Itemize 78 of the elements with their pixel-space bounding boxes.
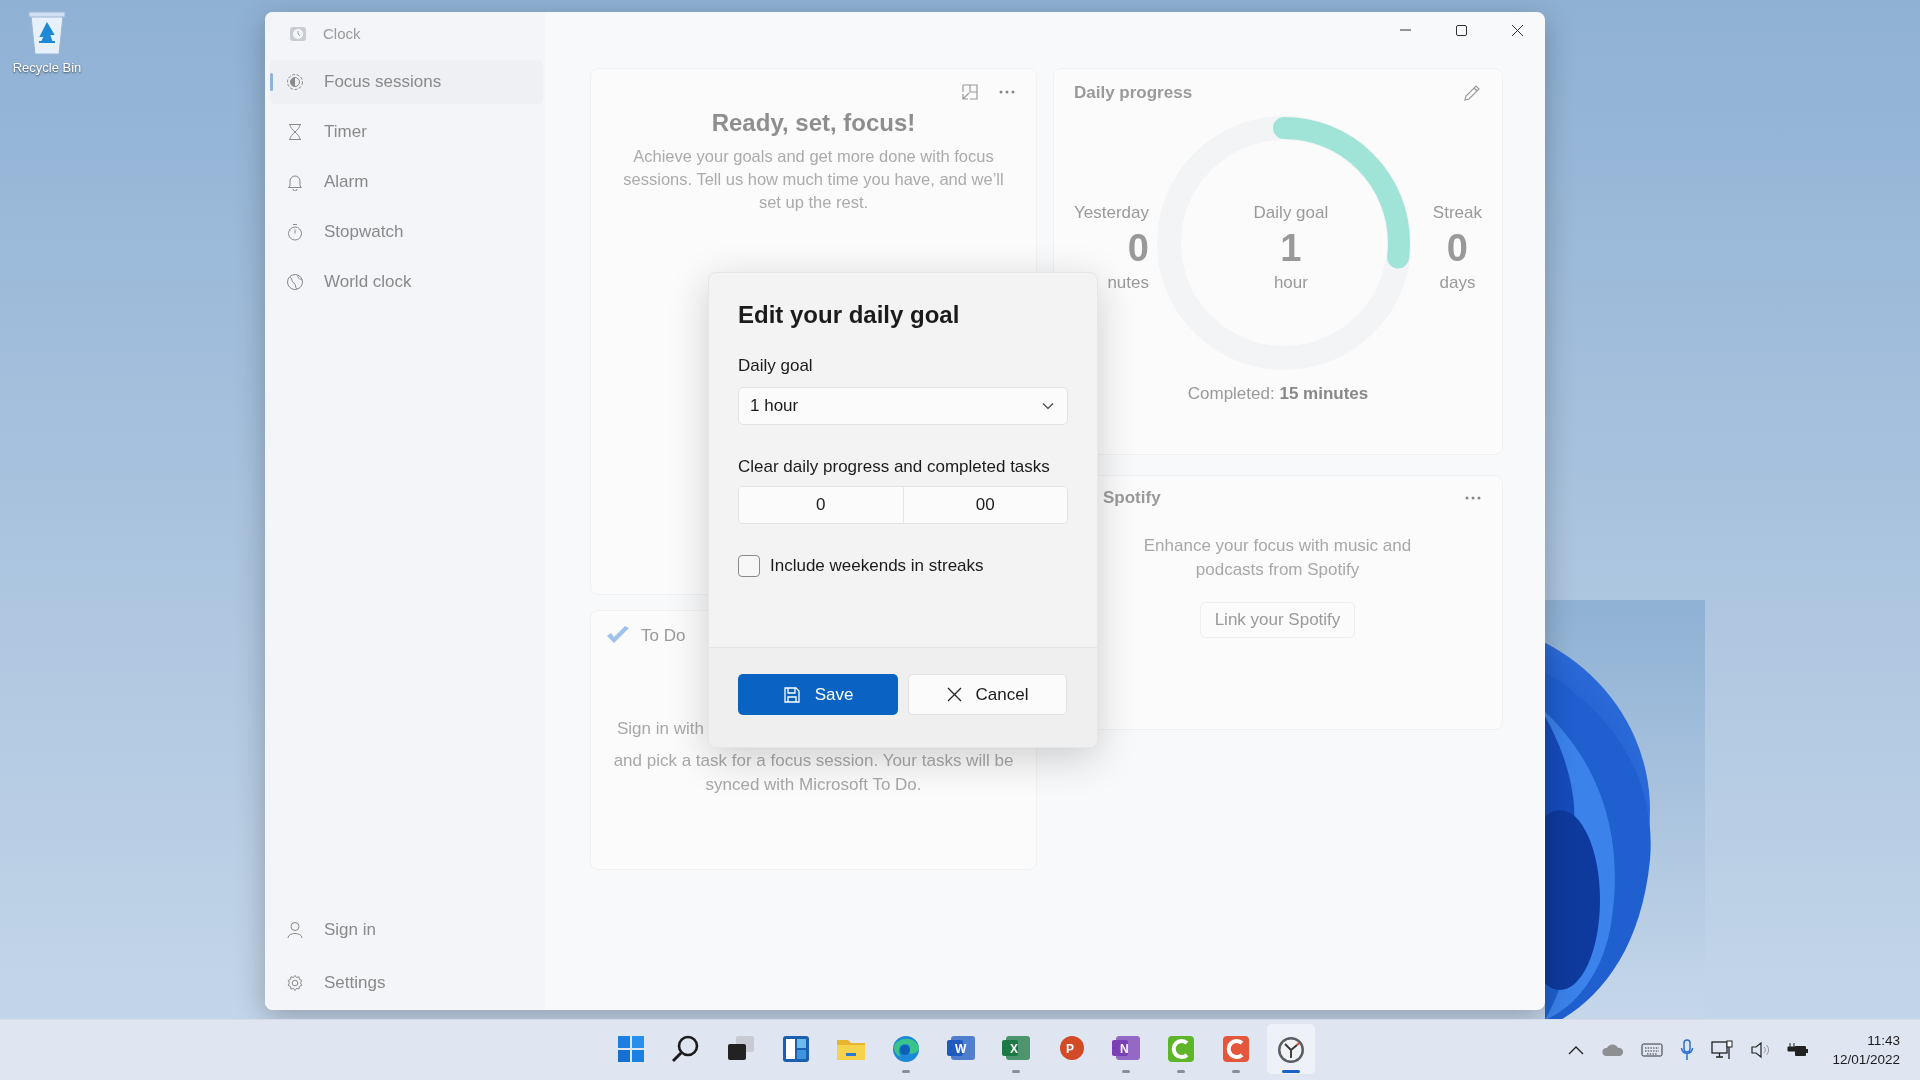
battery-icon[interactable]	[1787, 1042, 1810, 1058]
sidebar-item[interactable]: Timer	[270, 110, 543, 154]
more-icon[interactable]	[998, 89, 1016, 95]
sidebar-item[interactable]: World clock	[270, 260, 543, 304]
taskbar-button[interactable]: W	[937, 1024, 985, 1074]
card-title: Daily progress	[1074, 83, 1193, 103]
sidebar-item[interactable]: Settings	[270, 961, 543, 1005]
network-icon[interactable]	[1711, 1040, 1734, 1060]
running-indicator	[1232, 1070, 1240, 1073]
microphone-icon[interactable]	[1680, 1039, 1695, 1061]
stat-unit: hour	[1273, 273, 1308, 293]
sidebar-item[interactable]: Stopwatch	[270, 210, 543, 254]
card-title: Ready, set, focus!	[711, 109, 916, 137]
close-icon	[946, 687, 962, 702]
card-description: Sign in with	[617, 719, 704, 739]
focus-icon	[286, 73, 304, 91]
stat-label: Daily goal	[1253, 203, 1329, 223]
checkbox-label: Include weekends in streaks	[770, 556, 984, 576]
cloud-icon[interactable]	[1602, 1043, 1625, 1057]
running-indicator	[1122, 1070, 1130, 1073]
stat-value: 1	[1280, 226, 1302, 271]
stat-label: Yesterday	[1074, 203, 1149, 223]
card-description: Enhance your focus with music and podcasts from Spotify	[1142, 535, 1413, 581]
sidebar-item[interactable]: Sign in	[270, 908, 543, 952]
chevron-up-icon[interactable]	[1567, 1044, 1586, 1056]
running-indicator	[1282, 1070, 1300, 1073]
stat-value: 0	[1446, 226, 1468, 271]
c-shape-tile-icon[interactable]	[1220, 1033, 1252, 1065]
taskbar-button[interactable]: N	[1102, 1024, 1150, 1074]
chevron-down-icon	[1042, 402, 1054, 410]
stat-unit: nutes	[1107, 273, 1149, 293]
speaker-icon[interactable]	[1750, 1041, 1771, 1059]
globe-icon	[286, 273, 304, 291]
dropdown[interactable]: 1 hour	[738, 387, 1068, 425]
stat-value: 0	[1127, 226, 1149, 271]
completed-text: Completed: 15 minutes	[1186, 384, 1370, 404]
selection-indicator	[270, 73, 273, 91]
bell-icon	[286, 173, 304, 191]
card-description: Achieve your goals and get more done with focus sessions. Tell us how much time you have, and we’ll set up the rest.	[622, 146, 1005, 213]
clock-time[interactable]: 11:43	[1867, 1031, 1900, 1050]
c-shape-tile-icon[interactable]	[1165, 1033, 1197, 1065]
sidebar-item[interactable]: Alarm	[270, 160, 543, 204]
pencil-icon[interactable]	[1462, 83, 1482, 103]
stat-unit: days	[1439, 273, 1476, 293]
card-description: synced with Microsoft To Do.	[705, 774, 922, 796]
sidebar-item[interactable]: Focus sessions	[270, 60, 543, 104]
keyboard-icon[interactable]	[1641, 1043, 1664, 1057]
stopwatch-icon	[286, 223, 304, 241]
link-button[interactable]: Link your Spotify	[1199, 602, 1356, 638]
dialog-title: Edit your daily goal	[738, 301, 961, 329]
compact-view-icon[interactable]	[960, 82, 980, 102]
maximize-icon[interactable]	[1453, 22, 1469, 38]
settings-icon	[286, 974, 304, 992]
save-button[interactable]: Save	[738, 674, 898, 715]
close-icon[interactable]	[1509, 22, 1525, 38]
running-indicator	[1177, 1070, 1185, 1073]
person-icon	[286, 921, 304, 939]
cancel-button[interactable]: Cancel	[908, 674, 1067, 715]
taskbar-button[interactable]: P	[1047, 1024, 1095, 1074]
hourglass-icon	[286, 123, 304, 141]
field-label: Daily goal	[738, 356, 814, 376]
taskbar-button[interactable]: X	[992, 1024, 1040, 1074]
browser-icon[interactable]	[890, 1033, 922, 1065]
app-icon	[289, 24, 307, 42]
running-indicator	[1012, 1070, 1020, 1073]
save-icon	[782, 685, 801, 704]
stat-label: Streak	[1432, 203, 1482, 223]
window-title: Clock	[323, 24, 361, 42]
start-icon[interactable]	[615, 1033, 647, 1065]
checkbox[interactable]	[738, 555, 760, 577]
clock-date[interactable]: 12/01/2022	[1832, 1050, 1900, 1069]
card-title: To Do	[641, 626, 686, 646]
more-icon[interactable]	[1464, 495, 1482, 501]
running-indicator	[902, 1070, 910, 1073]
field-label: Clear daily progress and completed tasks	[738, 457, 1051, 477]
card-description: and pick a task for a focus session. Your tasks will be	[613, 750, 1014, 772]
card-title: Spotify	[1103, 488, 1161, 508]
widgets-icon[interactable]	[780, 1033, 812, 1065]
